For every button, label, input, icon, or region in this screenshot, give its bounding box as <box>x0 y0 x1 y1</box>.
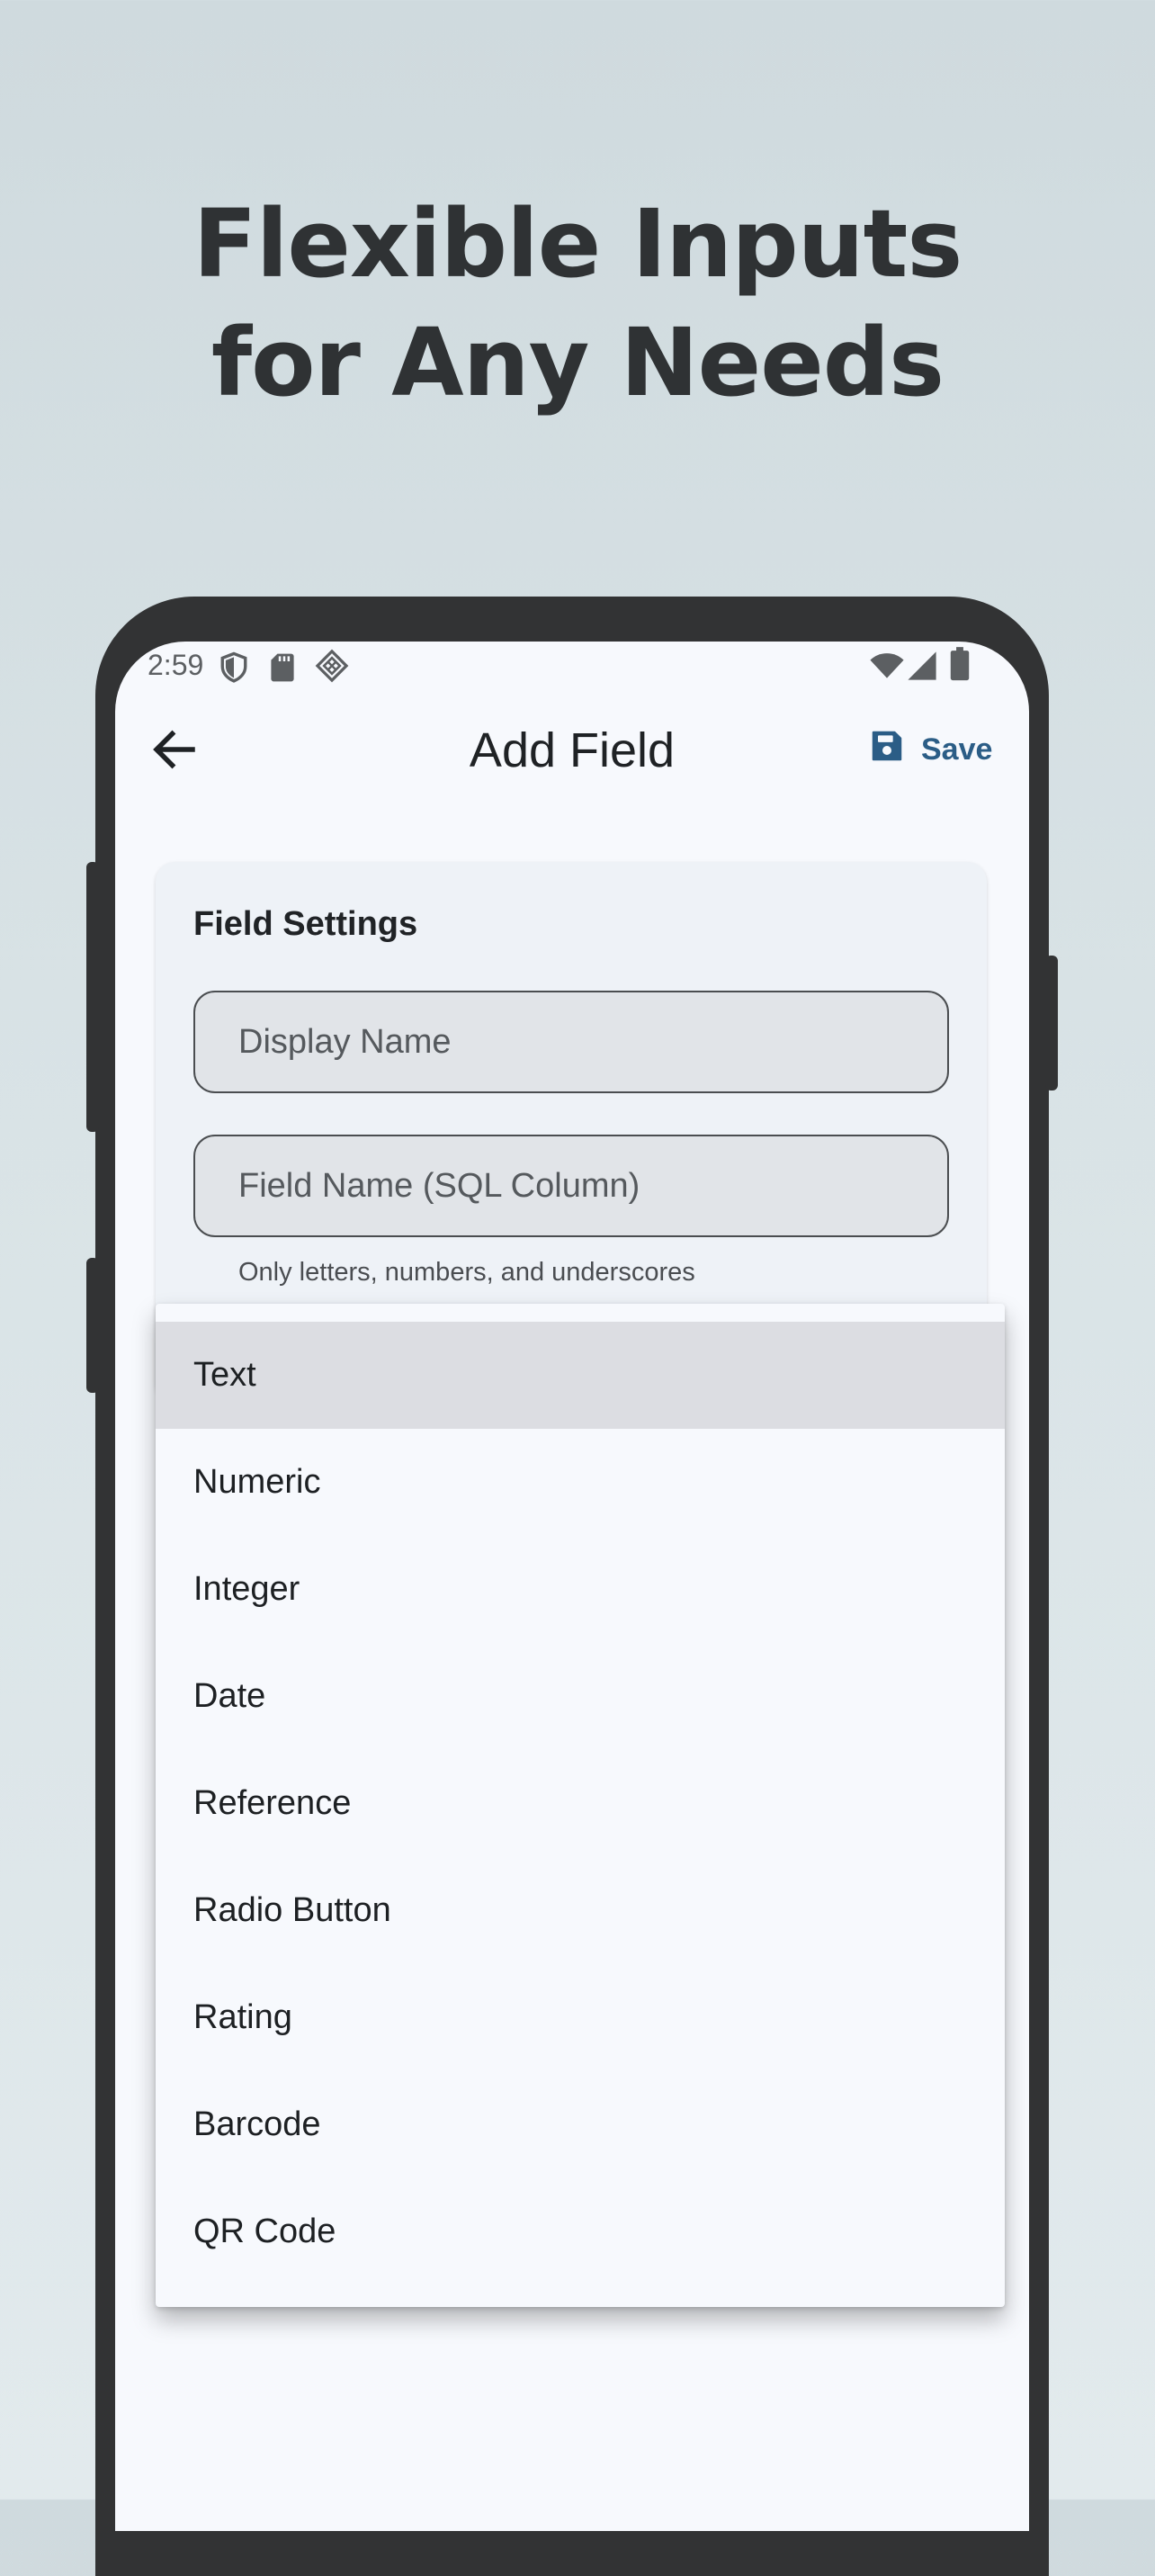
menu-item-label: Barcode <box>193 2105 321 2143</box>
menu-item-qr-code[interactable]: QR Code <box>156 2178 1005 2285</box>
menu-item-barcode[interactable]: Barcode <box>156 2071 1005 2178</box>
display-name-placeholder: Display Name <box>238 1022 452 1061</box>
menu-item-radio-button[interactable]: Radio Button <box>156 1857 1005 1964</box>
menu-item-label: Reference <box>193 1784 352 1822</box>
menu-item-text[interactable]: Text <box>156 1322 1005 1429</box>
app-bar: Add Field Save <box>115 692 1029 809</box>
display-name-input[interactable]: Display Name <box>193 991 949 1093</box>
menu-item-label: Rating <box>193 1998 292 2036</box>
shield-icon <box>219 651 249 689</box>
battery-icon <box>950 647 970 686</box>
save-button[interactable]: Save <box>869 721 992 778</box>
field-type-menu: Text Numeric Integer Date Reference Radi… <box>156 1304 1005 2307</box>
field-settings-title: Field Settings <box>193 905 418 943</box>
menu-item-label: Integer <box>193 1570 300 1608</box>
menu-item-rating[interactable]: Rating <box>156 1964 1005 2071</box>
field-name-input[interactable]: Field Name (SQL Column) <box>193 1135 949 1237</box>
headline: Flexible Inputs for Any Needs <box>0 184 1155 422</box>
menu-item-label: QR Code <box>193 2212 336 2250</box>
phone-side-button-right <box>1045 956 1058 1091</box>
signal-icon <box>907 651 937 686</box>
menu-item-integer[interactable]: Integer <box>156 1536 1005 1643</box>
phone-screen: 2:59 Add Field Save Field Settings Displ… <box>115 642 1029 2531</box>
status-time: 2:59 <box>148 649 204 681</box>
headline-line-2: for Any Needs <box>210 308 945 417</box>
status-bar: 2:59 <box>115 642 1029 692</box>
menu-item-label: Date <box>193 1677 266 1715</box>
save-label: Save <box>921 732 993 767</box>
floppy-disk-icon <box>869 728 905 772</box>
arrow-left-icon <box>148 730 201 780</box>
phone-side-button-left-2 <box>86 1258 99 1393</box>
headline-line-1: Flexible Inputs <box>192 189 963 299</box>
menu-item-numeric[interactable]: Numeric <box>156 1429 1005 1536</box>
field-name-helper-text: Only letters, numbers, and underscores <box>238 1258 695 1287</box>
menu-item-label: Numeric <box>193 1463 321 1501</box>
sd-card-icon <box>270 652 295 687</box>
wifi-icon <box>869 652 905 684</box>
phone-side-button-left-1 <box>86 862 99 1132</box>
menu-item-reference[interactable]: Reference <box>156 1750 1005 1857</box>
menu-item-date[interactable]: Date <box>156 1643 1005 1750</box>
field-name-placeholder: Field Name (SQL Column) <box>238 1166 640 1205</box>
menu-item-label: Text <box>193 1356 256 1394</box>
menu-item-label: Radio Button <box>193 1891 391 1929</box>
cast-diamond-icon <box>315 649 349 687</box>
back-button[interactable] <box>148 723 201 776</box>
